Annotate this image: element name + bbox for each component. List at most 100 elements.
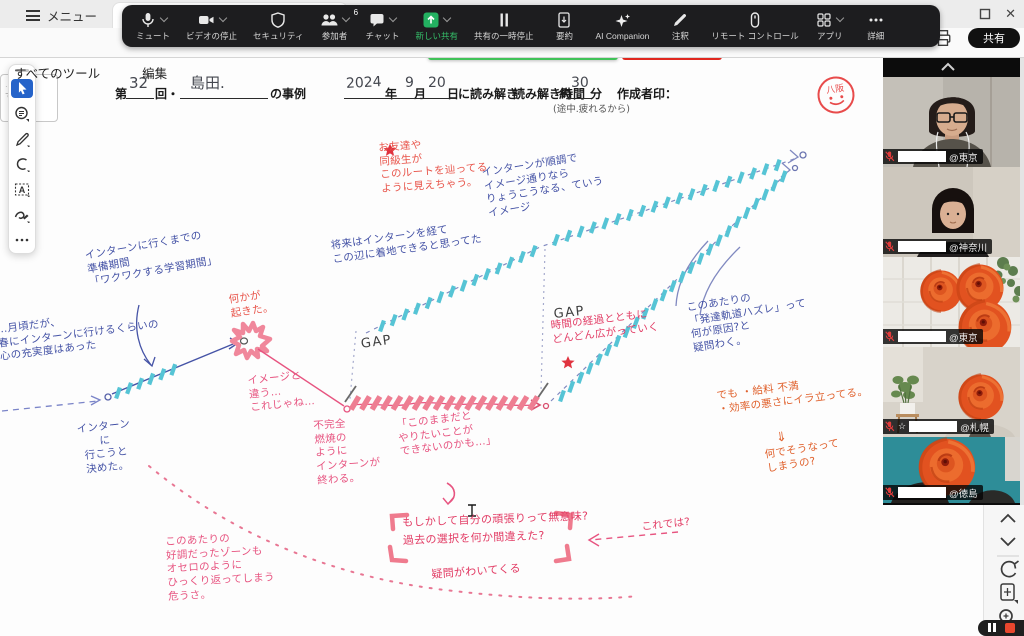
participant-count-badge: 6	[353, 8, 359, 17]
menu-edit[interactable]: 編集	[142, 63, 167, 82]
more-button[interactable]: 詳細	[861, 10, 891, 42]
participant-location: @東京	[949, 332, 978, 344]
hatch-tick	[436, 291, 445, 304]
draw-tool[interactable]	[11, 129, 33, 148]
annotation-palette: A	[8, 64, 36, 254]
participants-button[interactable]: 6 参加者	[320, 8, 358, 42]
share-button[interactable]: 共有	[968, 28, 1020, 48]
hatch-tick	[576, 371, 585, 384]
collapse-panel-chevron[interactable]	[940, 62, 956, 72]
dashed-approach-line	[1, 400, 99, 412]
hatch-tick	[687, 261, 696, 275]
chevron-down-icon[interactable]	[442, 13, 452, 23]
annotate-button[interactable]: 注釈	[665, 10, 695, 42]
stop-video-button[interactable]: ビデオの停止	[186, 10, 237, 42]
chevron-down-icon[interactable]	[835, 13, 845, 23]
hatch-tick	[715, 234, 723, 247]
screen: メニュー ☆ ※ ✕ すべてのツール 編集 共有 ミュート	[0, 0, 1024, 636]
note-decided: インターンに 行こうと 決めた。	[76, 417, 131, 476]
header-round-suffix: 回・	[155, 87, 180, 101]
hatch-tick	[604, 343, 613, 357]
hatch-tick	[401, 395, 414, 411]
header-year-label: 年	[385, 87, 398, 101]
note-othello: このあたりの 好調だったゾーンも オセロのように ひっくり返ってしまう 危うさ。	[165, 532, 276, 603]
participant-tile[interactable]: @東京	[883, 77, 1020, 167]
lasso-tool[interactable]	[11, 155, 33, 174]
text-box-icon: A	[14, 183, 30, 198]
hatch-tick	[359, 395, 372, 411]
close-icon[interactable]: ✕	[1005, 6, 1016, 22]
hatch-tick	[147, 372, 156, 386]
participant-location: @札幌	[960, 422, 989, 434]
summary-button[interactable]: 要約	[549, 10, 579, 42]
export-pdf-icon[interactable]	[1000, 583, 1018, 604]
apps-button[interactable]: アプリ	[815, 10, 845, 42]
remote-control-button[interactable]: リモート コントロール	[711, 10, 799, 42]
pause-share-button[interactable]: 共有の一時停止	[474, 10, 533, 42]
chevron-down-icon[interactable]	[388, 13, 398, 23]
chat-button[interactable]: チャット	[366, 10, 399, 42]
chevron-down-icon[interactable]	[341, 13, 351, 23]
stop-recording-button[interactable]	[1005, 623, 1015, 633]
hatch-tick	[448, 285, 456, 298]
header-month-label: 月	[414, 87, 427, 101]
header-case-suffix: の事例	[270, 87, 307, 101]
stamp-icon	[14, 211, 30, 223]
chevron-down-icon[interactable]	[159, 13, 168, 23]
participant-tile[interactable]: @東京	[883, 257, 1020, 347]
hatch-tick	[422, 395, 435, 411]
chevron-down-icon[interactable]	[218, 13, 227, 23]
security-button[interactable]: セキュリティ	[253, 10, 304, 42]
participant-tile[interactable]: @徳島	[883, 437, 1020, 503]
more-tools-button[interactable]	[11, 231, 33, 250]
hamburger-icon	[26, 8, 40, 24]
ai-companion-button[interactable]: AI Companion	[595, 11, 649, 41]
hatch-tick	[483, 268, 491, 281]
hatch-tick	[471, 273, 480, 287]
redacted-name	[898, 151, 946, 162]
participant-name-bar: ☆ @札幌	[883, 419, 994, 434]
hatch-tick	[650, 200, 659, 213]
hatch-tick	[752, 197, 760, 210]
pause-recording-button[interactable]	[987, 619, 997, 636]
panel-scrollbar[interactable]	[1020, 46, 1024, 505]
hatch-tick	[411, 395, 425, 411]
screen-share-icon	[423, 12, 439, 27]
remote-mouse-icon	[750, 11, 760, 28]
mute-button[interactable]: ミュート	[136, 10, 170, 42]
hook-arrow	[446, 482, 456, 504]
new-share-button[interactable]: 新しい共有	[415, 10, 458, 42]
text-box-tool[interactable]: A	[11, 180, 33, 199]
header-month: 9	[405, 75, 414, 91]
plateau-line	[352, 401, 536, 407]
rising-line	[111, 341, 239, 395]
hatch-tick	[114, 386, 122, 400]
maximize-icon[interactable]	[979, 8, 991, 20]
chevron-up-icon[interactable]	[1000, 513, 1016, 523]
hatch-tick	[348, 395, 362, 411]
hatch-tick	[585, 362, 594, 375]
hatch-tick	[601, 217, 610, 230]
star-prefix: ☆	[898, 421, 907, 431]
stamp-text: 八阪	[826, 83, 845, 96]
hatch-tick	[459, 279, 468, 292]
stamp-tool[interactable]	[11, 205, 33, 224]
participant-tile[interactable]: @神奈川	[883, 167, 1020, 257]
hatch-tick	[696, 252, 705, 265]
hatch-tick	[558, 389, 566, 403]
hatch-tick	[668, 280, 677, 293]
menu-button[interactable]: メニュー	[26, 6, 97, 25]
comment-icon	[15, 106, 29, 122]
participant-tile[interactable]: ☆ @札幌	[883, 347, 1020, 437]
more-dots-icon	[869, 18, 883, 21]
redacted-name	[909, 421, 958, 432]
hatch-tick	[390, 395, 404, 411]
note-self-doubt: もしかして自分の頑張りって無意味? 過去の選択を何か間違えた?	[402, 509, 589, 547]
chevron-down-icon[interactable]	[1000, 537, 1016, 547]
camera-icon	[198, 15, 214, 24]
refresh-icon[interactable]	[1000, 560, 1020, 578]
hatch-tick	[443, 395, 456, 411]
comment-tool[interactable]	[11, 104, 33, 123]
menu-all-tools[interactable]: すべてのツール	[14, 63, 100, 82]
mic-off-icon	[885, 487, 895, 498]
